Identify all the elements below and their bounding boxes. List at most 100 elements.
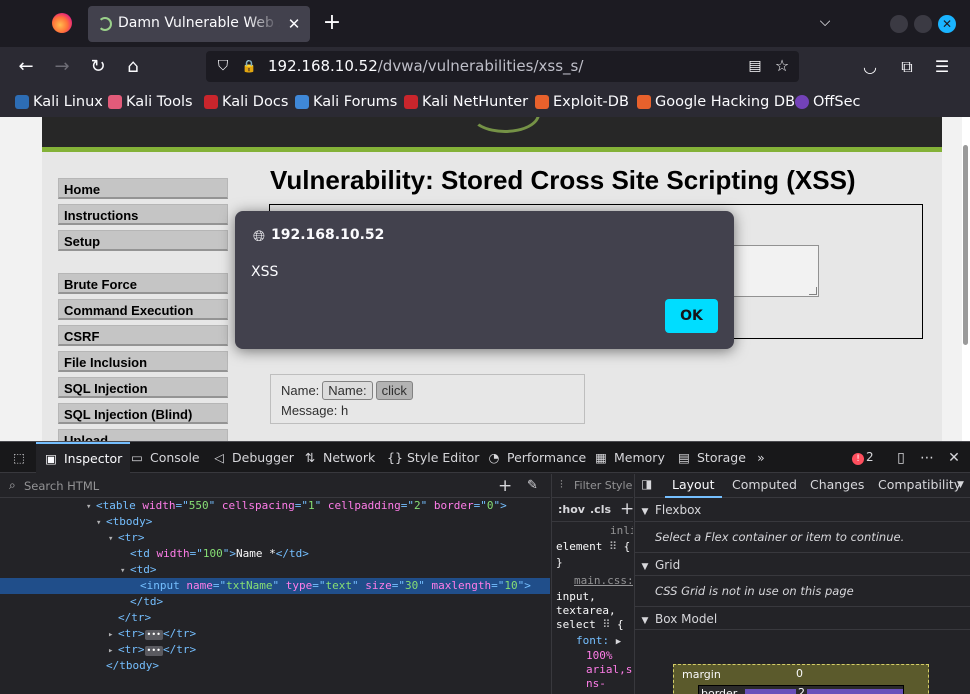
tab-memory[interactable]: ▦ Memory <box>594 442 665 473</box>
tree-node[interactable]: ▾ <table width="550" cellspacing="1" cell… <box>0 498 550 514</box>
hov-toggle[interactable]: :hov <box>558 503 585 516</box>
expand-toggle-icon[interactable]: ▸ <box>108 627 118 643</box>
bookmark-kali-tools[interactable]: Kali Tools <box>108 92 193 112</box>
section-box-model[interactable]: ▼ Box Model <box>635 606 970 630</box>
tab-performance[interactable]: ◔ Performance <box>487 442 587 473</box>
tab-storage[interactable]: ▤ Storage <box>677 442 746 473</box>
pocket-icon[interactable]: ◡ <box>857 54 883 80</box>
tab-close-icon[interactable]: ✕ <box>284 14 304 34</box>
markup-tag: <td <box>130 547 157 560</box>
bookmark-star-icon[interactable]: ☆ <box>774 58 790 74</box>
tree-node[interactable]: <td width="100">Name *</td> <box>0 546 550 562</box>
bookmark-kali-linux[interactable]: Kali Linux <box>15 92 103 112</box>
section-title: Flexbox <box>655 503 702 517</box>
markup-tag: " <box>314 499 328 512</box>
tab-changes[interactable]: Changes <box>810 474 864 498</box>
firefox-logo-icon[interactable] <box>52 13 72 33</box>
add-node-icon[interactable]: + <box>498 476 512 496</box>
globe-icon: 🌐︎ <box>252 227 265 245</box>
tab-network[interactable]: ⇅ Network <box>303 442 375 473</box>
tab-layout[interactable]: Layout <box>665 474 722 498</box>
tree-node-selected[interactable]: <input name="txtName" type="text" size="… <box>0 578 550 594</box>
markup-tree[interactable]: ▾ <table width="550" cellspacing="1" cell… <box>0 498 550 674</box>
bookmark-google-hacking-db[interactable]: Google Hacking DB <box>637 92 795 112</box>
filter-styles-input[interactable]: Filter Styles <box>574 479 633 492</box>
tab-compatibility[interactable]: Compatibility <box>878 474 961 498</box>
expand-toggle-icon[interactable]: ▾ <box>96 515 106 531</box>
tree-node[interactable]: </tr> <box>0 610 550 626</box>
tab-style-editor[interactable]: {} Style Editor <box>387 442 479 473</box>
tree-node[interactable]: ▸ <tr> ••• </tr> <box>0 626 550 642</box>
tree-node[interactable]: ▾ <tbody> <box>0 514 550 530</box>
app-menu-icon[interactable]: ☰ <box>929 54 955 80</box>
maximize-button[interactable] <box>914 15 932 33</box>
expand-icon[interactable]: ▶ <box>616 637 621 647</box>
insecure-lock-icon[interactable]: 🔒 <box>241 58 257 74</box>
bookmark-kali-docs[interactable]: Kali Docs <box>204 92 288 112</box>
extensions-icon[interactable]: ⧉ <box>894 54 920 80</box>
bookmark-kali-forums[interactable]: Kali Forums <box>295 92 397 112</box>
reader-view-icon[interactable]: ▤ <box>747 58 763 74</box>
new-tab-button[interactable]: + <box>320 12 344 36</box>
rule-value-1: 100% <box>586 649 613 662</box>
tab-debugger[interactable]: ◁ Debugger <box>212 442 294 473</box>
responsive-design-icon[interactable]: ▯ <box>893 450 909 466</box>
section-grid[interactable]: ▼ Grid <box>635 552 970 576</box>
tree-node[interactable]: </tbody> <box>0 658 550 674</box>
error-count-badge[interactable]: ! 2 <box>852 450 874 465</box>
markup-tag: <tr> <box>118 531 145 544</box>
expand-toggle-icon[interactable]: ▸ <box>108 643 118 659</box>
rule-source-link[interactable]: main.css: <box>574 574 633 587</box>
tab-label: Style Editor <box>407 450 480 465</box>
back-icon[interactable]: ← <box>13 54 39 80</box>
border-bar <box>745 689 903 694</box>
rule-selector-2: textarea, <box>556 604 616 617</box>
browser-tab-active[interactable]: Damn Vulnerable Web App (DVWA) v1.0.7 ::… <box>88 6 310 42</box>
expand-toggle-icon[interactable]: ▾ <box>120 563 130 579</box>
page-scrollbar-thumb[interactable] <box>963 145 968 345</box>
add-rule-icon[interactable]: + <box>620 499 633 519</box>
more-tools-icon[interactable]: » <box>752 442 770 473</box>
reload-icon[interactable]: ↻ <box>85 54 111 80</box>
collapsed-children-icon[interactable]: ••• <box>144 630 163 640</box>
network-icon: ⇅ <box>304 450 316 465</box>
margin-value[interactable]: 0 <box>796 667 803 680</box>
tracking-shield-icon[interactable]: ⛉ <box>215 58 231 74</box>
tree-node[interactable]: ▸ <tr> ••• </tr> <box>0 642 550 658</box>
alert-message: XSS <box>251 264 279 280</box>
navigation-toolbar: ← → ↻ ⌂ ⛉ 🔒 192.168.10.52/dvwa/vulnerabi… <box>0 47 970 87</box>
cls-toggle[interactable]: .cls <box>590 503 611 516</box>
minimize-button[interactable] <box>890 15 908 33</box>
expand-toggle-icon[interactable]: ▾ <box>86 499 96 515</box>
tab-inspector[interactable]: ▣ Inspector <box>36 442 131 473</box>
forward-icon[interactable]: → <box>49 54 75 80</box>
home-icon[interactable]: ⌂ <box>120 54 146 80</box>
expand-toggle-icon[interactable]: ▾ <box>108 531 118 547</box>
url-bar[interactable]: ⛉ 🔒 192.168.10.52/dvwa/vulnerabilities/x… <box>206 51 799 82</box>
bookmark-offsec[interactable]: OffSec <box>795 92 861 112</box>
alert-ok-button[interactable]: OK <box>665 299 718 333</box>
eyedropper-icon[interactable]: ✎ <box>527 478 538 493</box>
tree-node[interactable]: ▾ <td> <box>0 562 550 578</box>
bookmark-exploit-db[interactable]: Exploit-DB <box>535 92 629 112</box>
element-picker-icon[interactable]: ⬚ <box>8 442 30 473</box>
toggle-sidebar-icon[interactable]: ◨ <box>641 477 652 491</box>
collapsed-children-icon[interactable]: ••• <box>144 646 163 656</box>
sidebar-tabs-dropdown-icon[interactable]: ▼ <box>957 474 964 498</box>
search-html-input[interactable]: Search HTML <box>24 479 99 493</box>
section-flexbox[interactable]: ▼ Flexbox <box>635 498 970 522</box>
tab-console[interactable]: ▭ Console <box>130 442 200 473</box>
bookmark-kali-nethunter[interactable]: Kali NetHunter <box>404 92 528 112</box>
window-close-button[interactable]: ✕ <box>938 15 956 33</box>
devtools-close-icon[interactable]: ✕ <box>946 450 962 466</box>
rule-close-brace: } <box>556 556 563 569</box>
tree-node[interactable]: </td> <box>0 594 550 610</box>
list-tabs-icon[interactable]: ⌵ <box>815 14 835 34</box>
tree-node[interactable]: ▾ <tr> <box>0 530 550 546</box>
devtools-options-icon[interactable]: ⋯ <box>919 450 935 466</box>
border-value[interactable]: 2 <box>796 686 807 694</box>
tab-computed[interactable]: Computed <box>732 474 797 498</box>
markup-tag: " <box>420 499 434 512</box>
url-text[interactable]: 192.168.10.52/dvwa/vulnerabilities/xss_s… <box>268 57 583 75</box>
markup-tag: </td> <box>130 595 164 608</box>
